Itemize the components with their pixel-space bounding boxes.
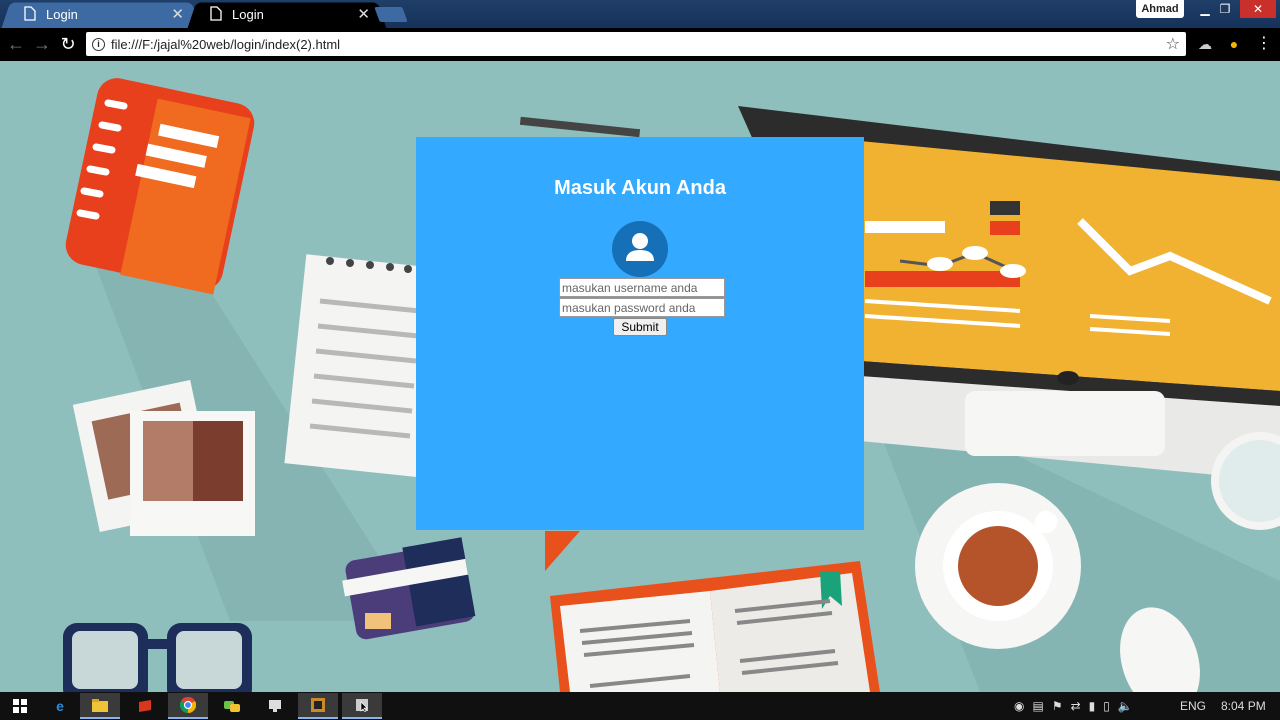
extension-cloud-icon[interactable]: ☁ bbox=[1195, 34, 1215, 54]
notes-icon[interactable]: ▤ bbox=[1032, 699, 1043, 713]
reload-icon[interactable]: ↻ bbox=[58, 34, 78, 54]
password-input[interactable] bbox=[559, 298, 725, 317]
flag-icon[interactable]: ⚑ bbox=[1052, 699, 1063, 713]
login-heading: Masuk Akun Anda bbox=[554, 177, 726, 199]
power-icon[interactable]: ▮ bbox=[1089, 699, 1096, 713]
tab-login-active[interactable]: Login ✕ bbox=[187, 0, 387, 29]
coffee-cup-illustration bbox=[915, 483, 1081, 649]
app-screen-recorder-icon[interactable] bbox=[342, 693, 382, 719]
app-monitor-icon[interactable] bbox=[255, 693, 295, 719]
url-text[interactable]: file:///F:/jajal%20web/login/index(2).ht… bbox=[111, 37, 1166, 52]
back-arrow-icon[interactable]: ← bbox=[6, 34, 26, 54]
info-icon[interactable]: i bbox=[92, 37, 105, 51]
internet-explorer-icon[interactable]: e bbox=[40, 693, 80, 719]
tab-title: Login bbox=[46, 6, 78, 22]
tab-title: Login bbox=[232, 6, 264, 22]
page-viewport: Masuk Akun Anda Submit bbox=[0, 61, 1280, 692]
tab-login-inactive[interactable]: Login ✕ bbox=[1, 0, 201, 29]
maximize-button[interactable]: ❐ bbox=[1212, 0, 1238, 18]
forward-arrow-icon[interactable]: → bbox=[32, 34, 52, 54]
user-avatar-icon bbox=[612, 221, 668, 277]
volume-icon[interactable]: 🔈 bbox=[1118, 699, 1133, 713]
clock[interactable]: 8:04 PM bbox=[1221, 692, 1266, 720]
close-icon[interactable]: ✕ bbox=[357, 5, 370, 23]
menu-icon[interactable]: ⋮ bbox=[1254, 34, 1274, 54]
app-editor-icon[interactable] bbox=[298, 693, 338, 719]
language-indicator[interactable]: ENG bbox=[1180, 692, 1206, 720]
window-close-button[interactable]: ✕ bbox=[1240, 0, 1276, 18]
system-tray: ◉ ▤ ⚑ ⇄ ▮ ▯ 🔈 bbox=[1014, 692, 1133, 720]
browser-tabstrip: Login ✕ Login ✕ Ahmad ▁ ❐ ✕ bbox=[0, 0, 1280, 29]
page-icon bbox=[210, 6, 224, 22]
battery-icon[interactable]: ▯ bbox=[1103, 699, 1110, 713]
new-tab-button[interactable] bbox=[374, 7, 408, 22]
browser-toolbar: ← → ↻ i file:///F:/jajal%20web/login/ind… bbox=[0, 28, 1280, 61]
page-icon bbox=[24, 6, 38, 22]
record-icon[interactable]: ◉ bbox=[1014, 699, 1024, 713]
bookmark-star-icon[interactable]: ☆ bbox=[1166, 34, 1180, 54]
username-input[interactable] bbox=[559, 278, 725, 297]
profile-button[interactable]: Ahmad bbox=[1136, 0, 1184, 18]
address-bar[interactable]: i file:///F:/jajal%20web/login/index(2).… bbox=[86, 32, 1186, 56]
chrome-icon[interactable] bbox=[168, 693, 208, 719]
file-explorer-icon[interactable] bbox=[80, 693, 120, 719]
start-windows-icon[interactable] bbox=[0, 693, 40, 719]
close-icon[interactable]: ✕ bbox=[171, 5, 184, 23]
extension-bulb-icon[interactable]: ● bbox=[1224, 34, 1244, 54]
windows-taskbar: e ◉ ▤ ⚑ ⇄ ▮ ▯ 🔈 ENG 8:04 PM bbox=[0, 692, 1280, 720]
app-chat-icon[interactable] bbox=[212, 693, 252, 719]
app-red-icon[interactable] bbox=[125, 693, 165, 719]
submit-button[interactable]: Submit bbox=[613, 318, 667, 336]
network-icon[interactable]: ⇄ bbox=[1071, 699, 1081, 713]
login-panel: Masuk Akun Anda Submit bbox=[416, 137, 864, 530]
